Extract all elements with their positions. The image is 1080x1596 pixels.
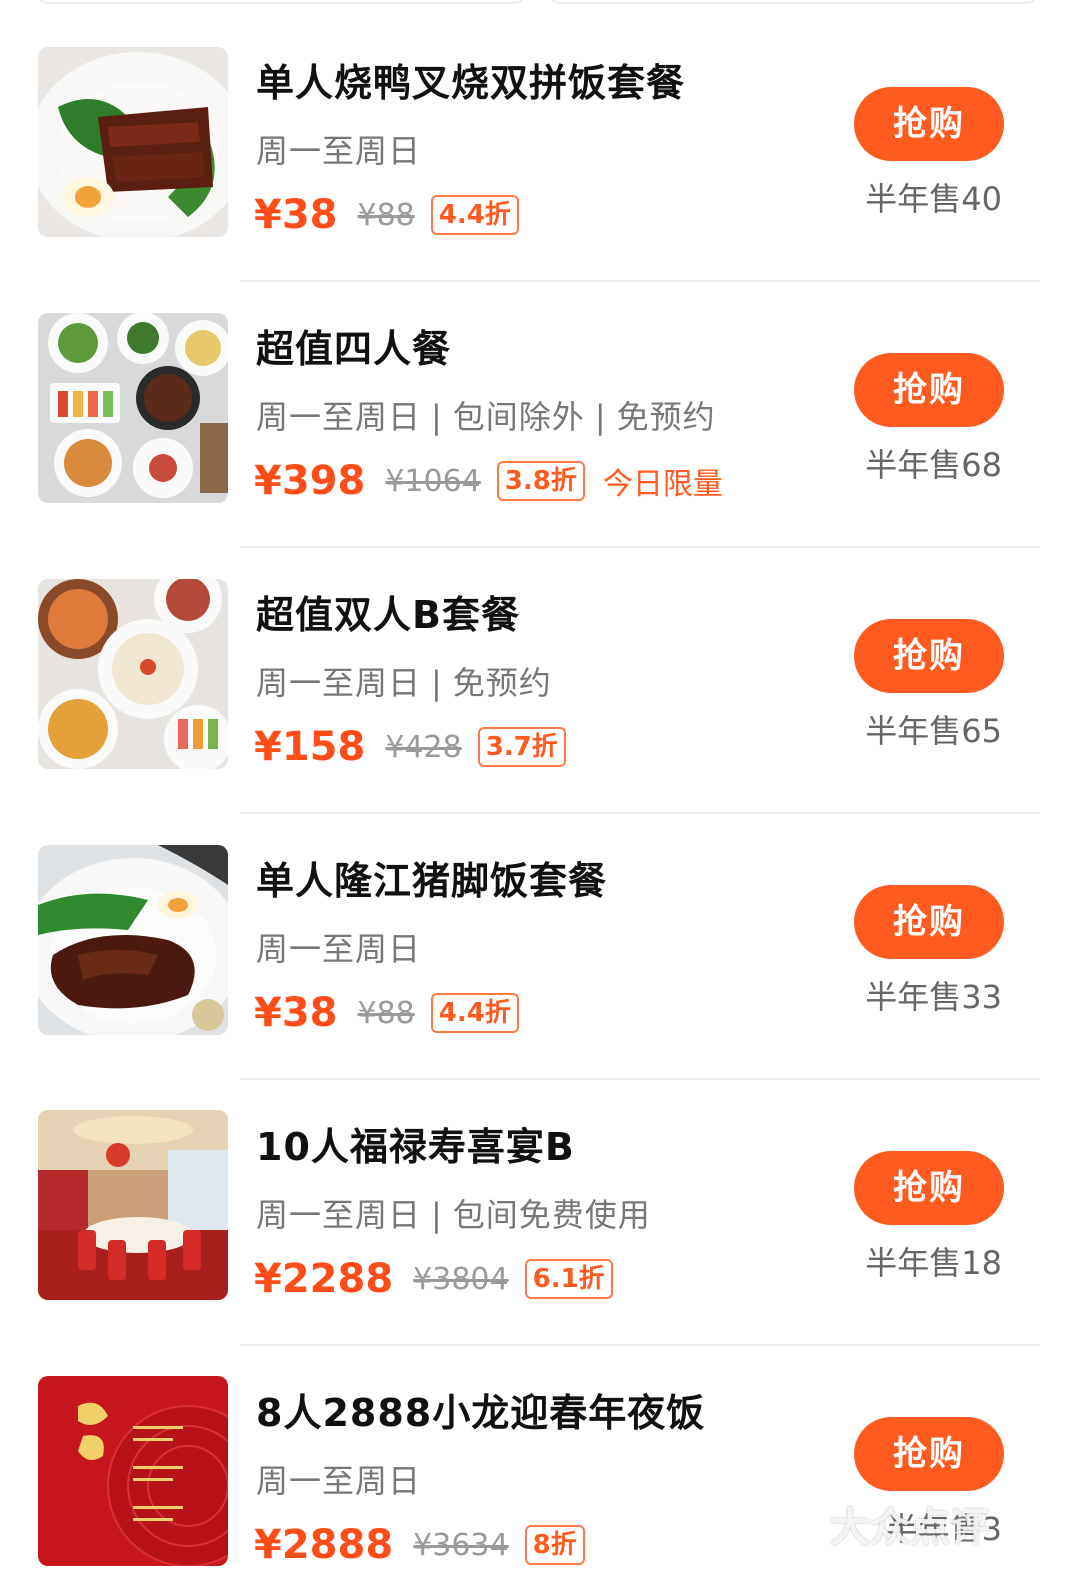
deal-item[interactable]: 超值双人B套餐 周一至周日 | 免预约 ¥158 ¥428 3.7折 抢购 半年售6… bbox=[0, 532, 1080, 814]
price-row: ¥158 ¥428 3.7折 bbox=[254, 722, 566, 772]
usage-rule: 免预约 bbox=[452, 664, 552, 702]
discount-badge: 3.8折 bbox=[496, 461, 585, 501]
deal-subtitle: 周一至周日 bbox=[256, 1456, 421, 1502]
deal-title: 单人隆江猪脚饭套餐 bbox=[256, 859, 608, 903]
banquet-room-image bbox=[38, 1110, 228, 1300]
deal-subtitle: 周一至周日 | 包间免费使用 bbox=[256, 1190, 651, 1236]
buy-button[interactable]: 抢购 bbox=[854, 885, 1004, 959]
original-price: ¥88 bbox=[357, 197, 415, 233]
buy-button[interactable]: 抢购 bbox=[854, 353, 1004, 427]
buy-button[interactable]: 抢购 bbox=[854, 1417, 1004, 1491]
separator: | bbox=[431, 398, 443, 436]
usage-rule: 包间除外 bbox=[452, 398, 585, 436]
usage-days: 周一至周日 bbox=[256, 930, 422, 968]
price-row: ¥38 ¥88 4.4折 bbox=[254, 988, 519, 1038]
deal-item[interactable]: 10人福禄寿喜宴B 周一至周日 | 包间免费使用 ¥2288 ¥3804 6.1折 … bbox=[0, 1064, 1080, 1346]
buy-button[interactable]: 抢购 bbox=[854, 619, 1004, 693]
usage-days: 周一至周日 bbox=[256, 1196, 422, 1234]
price-row: ¥2888 ¥3634 8折 bbox=[254, 1520, 585, 1570]
roast-duck-rice-image bbox=[38, 47, 228, 237]
deal-subtitle: 周一至周日 | 免预约 bbox=[256, 658, 552, 704]
original-price: ¥428 bbox=[385, 729, 462, 765]
watermark: 大众点评 bbox=[830, 1495, 990, 1553]
discount-badge: 4.4折 bbox=[430, 993, 519, 1033]
deal-title: 10人福禄寿喜宴B bbox=[256, 1125, 575, 1169]
deal-title: 单人烧鸭叉烧双拼饭套餐 bbox=[256, 61, 686, 105]
discount-badge: 6.1折 bbox=[524, 1259, 613, 1299]
separator: | bbox=[431, 664, 443, 702]
deal-price: ¥2888 bbox=[254, 1522, 394, 1568]
two-person-set-image bbox=[38, 579, 228, 769]
deal-item[interactable]: 单人隆江猪脚饭套餐 周一至周日 ¥38 ¥88 4.4折 抢购 半年售33 bbox=[0, 798, 1080, 1080]
deal-title: 8人2888小龙迎春年夜饭 bbox=[256, 1391, 706, 1435]
discount-badge: 4.4折 bbox=[430, 195, 519, 235]
price-row: ¥398 ¥1064 3.8折 今日限量 bbox=[254, 456, 723, 506]
limited-tag: 今日限量 bbox=[602, 467, 723, 502]
buy-button[interactable]: 抢购 bbox=[854, 1151, 1004, 1225]
original-price: ¥1064 bbox=[385, 463, 481, 499]
original-price: ¥3634 bbox=[413, 1527, 509, 1563]
usage-rule: 包间免费使用 bbox=[452, 1196, 651, 1234]
usage-days: 周一至周日 bbox=[256, 664, 422, 702]
deal-price: ¥398 bbox=[254, 458, 366, 504]
usage-days: 周一至周日 bbox=[256, 1462, 422, 1500]
deal-title: 超值四人餐 bbox=[256, 327, 452, 371]
deal-price: ¥2288 bbox=[254, 1256, 394, 1302]
usage-rule: 免预约 bbox=[616, 398, 716, 436]
separator: | bbox=[431, 1196, 443, 1234]
sales-count: 半年售65 bbox=[865, 712, 1002, 750]
four-person-set-image bbox=[38, 313, 228, 503]
deal-price: ¥38 bbox=[254, 192, 338, 238]
sales-count: 半年售68 bbox=[865, 446, 1002, 484]
usage-days: 周一至周日 bbox=[256, 398, 422, 436]
watermark-text: 大众点评 bbox=[830, 1505, 990, 1551]
pork-knuckle-rice-image bbox=[38, 845, 228, 1035]
original-price: ¥88 bbox=[357, 995, 415, 1031]
discount-badge: 8折 bbox=[524, 1525, 585, 1565]
separator: | bbox=[594, 398, 607, 436]
new-year-dinner-poster-image bbox=[38, 1376, 228, 1566]
buy-button[interactable]: 抢购 bbox=[854, 87, 1004, 161]
deal-item[interactable]: 单人烧鸭叉烧双拼饭套餐 周一至周日 ¥38 ¥88 4.4折 抢购 半年售40 bbox=[0, 0, 1080, 282]
deal-price: ¥38 bbox=[254, 990, 338, 1036]
deal-item[interactable]: 超值四人餐 周一至周日 | 包间除外 | 免预约 ¥398 ¥1064 3.8折 今日限… bbox=[0, 266, 1080, 548]
sales-count: 半年售33 bbox=[865, 978, 1002, 1016]
deal-item[interactable]: 8人2888小龙迎春年夜饭 周一至周日 ¥2888 ¥3634 8折 抢购 半年… bbox=[0, 1330, 1080, 1596]
deal-subtitle: 周一至周日 bbox=[256, 924, 421, 970]
original-price: ¥3804 bbox=[413, 1261, 509, 1297]
discount-badge: 3.7折 bbox=[477, 727, 566, 767]
sales-count: 半年售18 bbox=[865, 1244, 1002, 1282]
price-row: ¥38 ¥88 4.4折 bbox=[254, 190, 519, 240]
price-row: ¥2288 ¥3804 6.1折 bbox=[254, 1254, 613, 1304]
deal-subtitle: 周一至周日 bbox=[256, 126, 421, 172]
deal-subtitle: 周一至周日 | 包间除外 | 免预约 bbox=[256, 392, 716, 438]
deal-title: 超值双人B套餐 bbox=[256, 593, 520, 637]
usage-days: 周一至周日 bbox=[256, 132, 422, 170]
deal-price: ¥158 bbox=[254, 724, 366, 770]
sales-count: 半年售40 bbox=[865, 180, 1002, 218]
